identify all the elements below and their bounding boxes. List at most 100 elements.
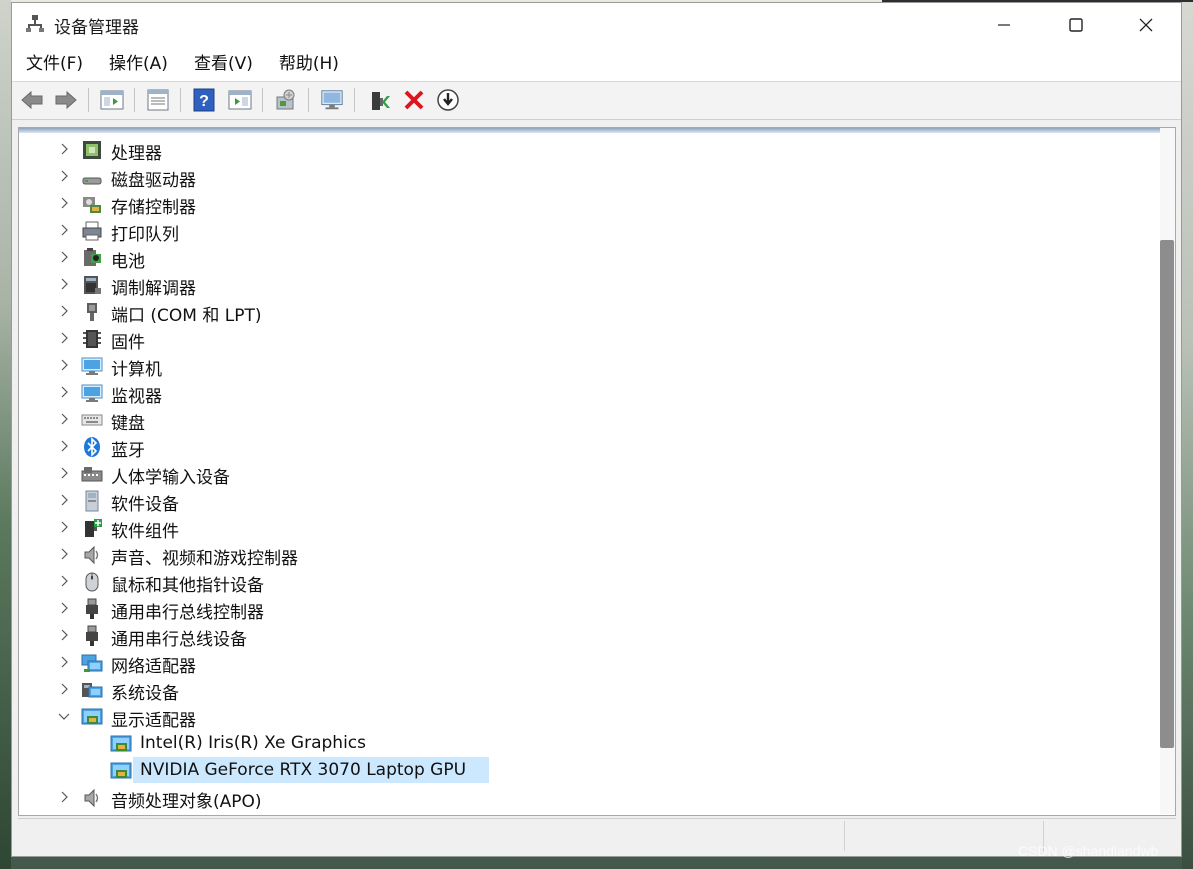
chevron-right-icon[interactable]	[57, 682, 71, 696]
tree-category-row[interactable]: 软件设备	[19, 487, 1149, 515]
tree-category-label: 鼠标和其他指针设备	[111, 576, 264, 596]
tree-category-row[interactable]: 磁盘驱动器	[19, 163, 1149, 191]
tree-category-label: 存储控制器	[111, 198, 196, 218]
action-pane-button[interactable]	[228, 88, 252, 112]
toolbar-separator	[262, 88, 263, 112]
help-button[interactable]: ?	[192, 88, 216, 112]
chevron-right-icon[interactable]	[57, 169, 71, 183]
chevron-right-icon[interactable]	[57, 790, 71, 804]
usb-icon	[86, 625, 98, 646]
chevron-right-icon[interactable]	[57, 250, 71, 264]
vertical-scrollbar-thumb[interactable]	[1160, 240, 1174, 748]
tree-category-row[interactable]: 电池	[19, 244, 1149, 272]
tree-category-row[interactable]: 声音、视频和游戏控制器	[19, 541, 1149, 569]
back-button[interactable]	[20, 88, 44, 112]
show-hide-console-tree-button[interactable]	[100, 88, 124, 112]
scan-hardware-button[interactable]	[274, 88, 298, 112]
chevron-right-icon[interactable]	[57, 385, 71, 399]
tree-category-label: 磁盘驱动器	[111, 171, 196, 191]
properties-icon	[147, 89, 169, 111]
wallpaper-left-edge	[0, 0, 11, 869]
menu-help[interactable]: 帮助(H)	[265, 47, 351, 81]
chevron-right-icon[interactable]	[57, 520, 71, 534]
tree-category-row[interactable]: 软件组件	[19, 514, 1149, 542]
tree-category-label: 显示适配器	[111, 711, 196, 731]
chevron-right-icon[interactable]	[57, 196, 71, 210]
tree-category-row[interactable]: 打印队列	[19, 217, 1149, 245]
chevron-right-icon[interactable]	[57, 223, 71, 237]
tree-category-row[interactable]: 监视器	[19, 379, 1149, 407]
tree-category-label: 监视器	[111, 387, 162, 407]
sound-icon	[84, 545, 99, 565]
menu-view[interactable]: 查看(V)	[180, 47, 265, 81]
chevron-right-icon[interactable]	[57, 574, 71, 588]
tree-category-row[interactable]: 调制解调器	[19, 271, 1149, 299]
forward-button[interactable]	[54, 88, 78, 112]
back-icon	[21, 90, 43, 110]
status-cell-main	[18, 821, 845, 851]
chevron-right-icon[interactable]	[57, 331, 71, 345]
title-bar[interactable]: 设备管理器	[12, 3, 1181, 47]
tree-category-label: 键盘	[111, 414, 145, 434]
chevron-right-icon[interactable]	[57, 358, 71, 372]
chevron-right-icon[interactable]	[57, 628, 71, 642]
tree-category-row[interactable]: 蓝牙	[19, 433, 1149, 461]
tree-category-row[interactable]: 显示适配器	[19, 703, 1149, 731]
chevron-right-icon[interactable]	[57, 655, 71, 669]
chevron-right-icon[interactable]	[57, 439, 71, 453]
keyboard-icon	[81, 414, 103, 426]
help-icon: ?	[193, 88, 215, 112]
display-adapter-icon	[81, 708, 103, 725]
maximize-button[interactable]	[1053, 3, 1099, 47]
uninstall-device-icon	[404, 90, 424, 110]
tree-category-label: 软件设备	[111, 495, 179, 515]
chevron-right-icon[interactable]	[57, 304, 71, 318]
tree-category-row[interactable]: 人体学输入设备	[19, 460, 1149, 488]
chevron-right-icon[interactable]	[57, 142, 71, 156]
update-driver-button[interactable]	[320, 88, 344, 112]
display-adapter-icon	[110, 735, 132, 752]
tree-category-row[interactable]: 通用串行总线设备	[19, 622, 1149, 650]
tree-device-label: NVIDIA GeForce RTX 3070 Laptop GPU	[140, 760, 467, 780]
uninstall-device-button[interactable]	[402, 88, 426, 112]
tree-device-row[interactable]: NVIDIA GeForce RTX 3070 Laptop GPU	[19, 757, 1149, 784]
bluetooth-icon	[84, 437, 100, 457]
tree-category-label: 软件组件	[111, 522, 179, 542]
device-tree-panel: 处理器磁盘驱动器存储控制器 打印队列 电池 调制解调器 端口 (COM 和 LPT) 固件…	[18, 127, 1176, 816]
enable-device-button[interactable]	[368, 88, 392, 112]
minimize-button[interactable]	[981, 3, 1027, 47]
tree-category-row[interactable]: 存储控制器	[19, 190, 1149, 218]
close-button[interactable]	[1123, 3, 1169, 47]
tree-category-row[interactable]: 处理器	[19, 136, 1149, 164]
menu-file[interactable]: 文件(F)	[12, 47, 95, 81]
hid-icon	[81, 467, 103, 482]
monitor-icon	[81, 384, 103, 402]
tree-category-row[interactable]: 通用串行总线控制器	[19, 595, 1149, 623]
tree-category-row[interactable]: 计算机	[19, 352, 1149, 380]
maximize-icon	[1069, 18, 1083, 32]
menu-action[interactable]: 操作(A)	[95, 47, 180, 81]
update-driver-icon	[321, 90, 343, 110]
tree-category-row[interactable]: 鼠标和其他指针设备	[19, 568, 1149, 596]
software-component-icon	[85, 519, 102, 537]
tree-category-row[interactable]: 系统设备	[19, 676, 1149, 704]
tree-category-row[interactable]: 音频处理对象(APO)	[19, 784, 1149, 812]
usb-icon	[86, 598, 98, 619]
tree-device-row[interactable]: Intel(R) Iris(R) Xe Graphics	[19, 730, 1149, 757]
chevron-down-icon[interactable]	[57, 709, 71, 723]
chevron-right-icon[interactable]	[57, 277, 71, 291]
tree-category-row[interactable]: 网络适配器	[19, 649, 1149, 677]
properties-button[interactable]	[146, 88, 170, 112]
svg-text:?: ?	[199, 93, 209, 110]
tree-category-row[interactable]: 固件	[19, 325, 1149, 353]
tree-category-label: 声音、视频和游戏控制器	[111, 549, 298, 569]
chevron-right-icon[interactable]	[57, 547, 71, 561]
tree-category-row[interactable]: 键盘	[19, 406, 1149, 434]
chevron-right-icon[interactable]	[57, 601, 71, 615]
disable-device-button[interactable]	[436, 88, 460, 112]
chevron-right-icon[interactable]	[57, 412, 71, 426]
chevron-right-icon[interactable]	[57, 493, 71, 507]
tree-category-row[interactable]: 端口 (COM 和 LPT)	[19, 298, 1149, 326]
chevron-right-icon[interactable]	[57, 466, 71, 480]
tree-category-label: 音频处理对象(APO)	[111, 792, 262, 812]
